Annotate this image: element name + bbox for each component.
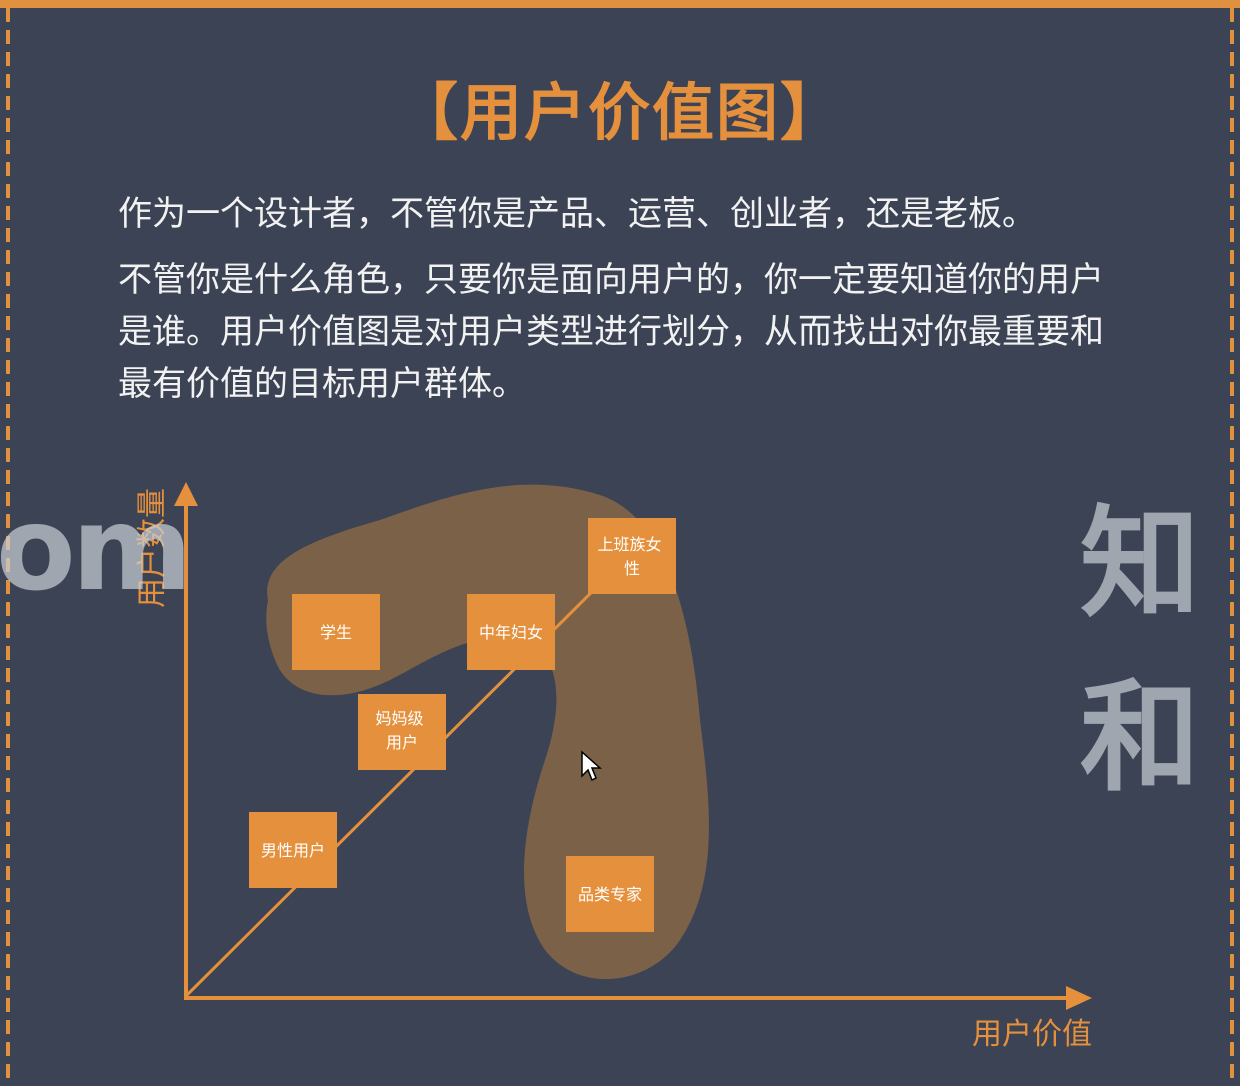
- watermark-left: om: [0, 482, 193, 617]
- node-mom-users-line1: 妈妈级: [375, 709, 423, 728]
- x-axis-label: 用户价值: [972, 1017, 1092, 1052]
- node-middle-aged-women: 中年妇女: [467, 594, 555, 670]
- node-category-experts: 品类专家: [566, 856, 654, 932]
- node-office-women-line1: 上班族女: [597, 535, 661, 554]
- mouse-pointer-icon: [581, 750, 602, 782]
- node-mom-users-line2: 用户: [386, 733, 418, 752]
- node-student-label: 学生: [320, 623, 352, 642]
- node-middle-aged-women-label: 中年妇女: [479, 623, 543, 642]
- node-category-experts-label: 品类专家: [578, 885, 642, 904]
- node-student: 学生: [292, 594, 380, 670]
- node-office-women: 上班族女 性: [588, 518, 676, 594]
- node-mom-users: 妈妈级 用户: [358, 694, 446, 770]
- node-office-women-line2: 性: [624, 559, 640, 578]
- x-axis-arrow: [1066, 986, 1092, 1010]
- node-male-users-label: 男性用户: [261, 841, 325, 860]
- watermark-right: 知和: [1080, 495, 1200, 808]
- node-male-users: 男性用户: [249, 812, 337, 888]
